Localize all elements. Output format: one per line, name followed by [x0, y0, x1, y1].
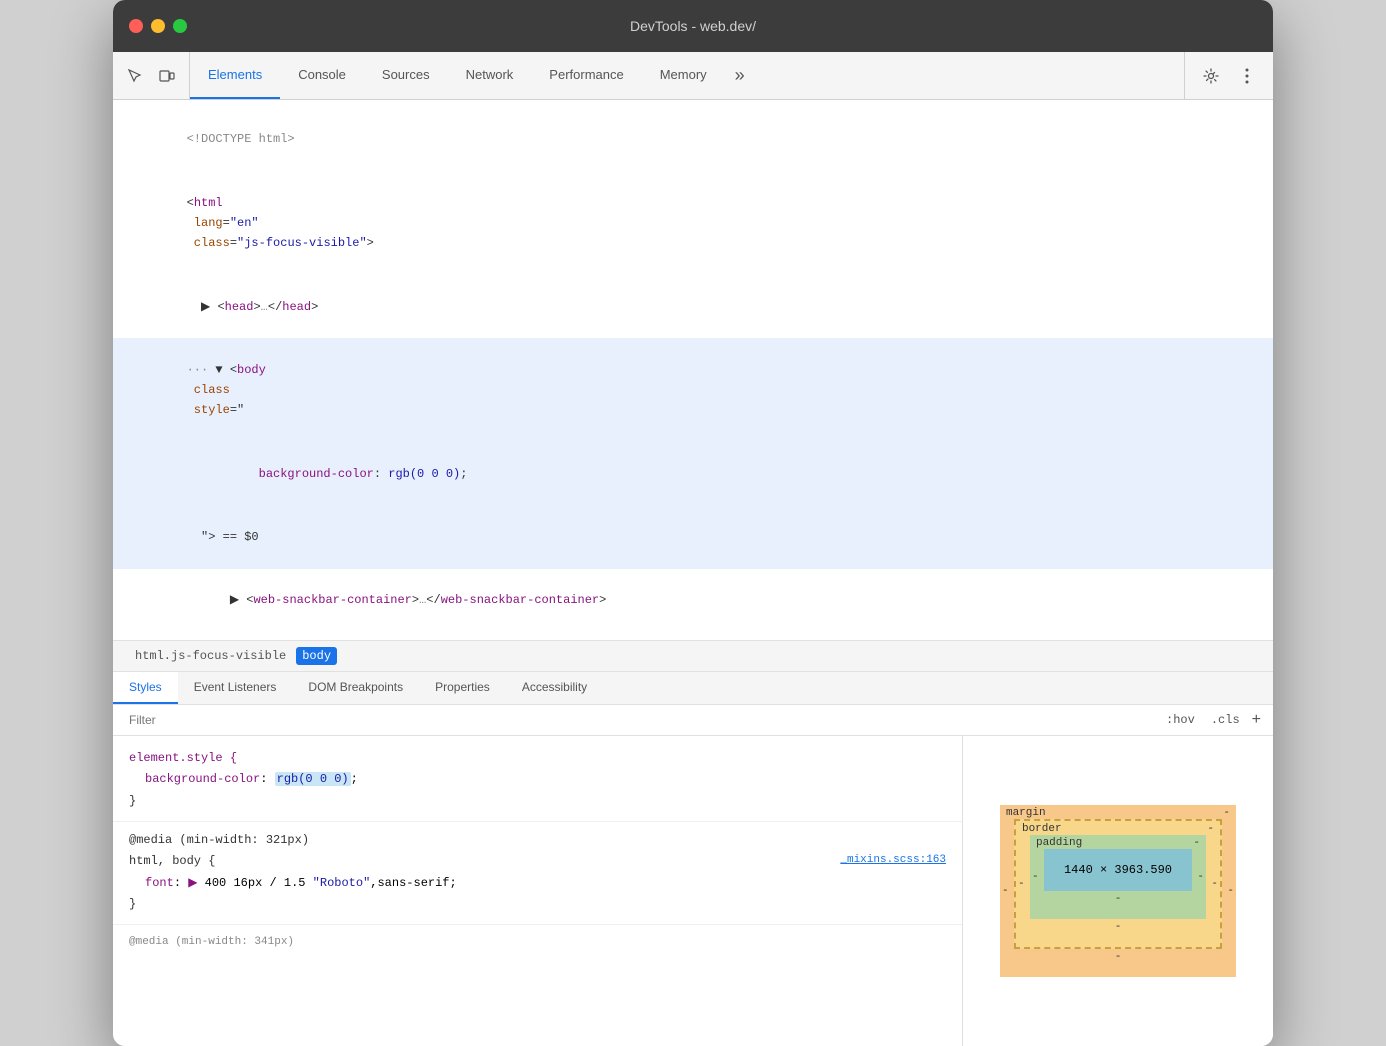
content-size: 1440 × 3963.590 [1064, 863, 1172, 877]
css-rule-media: @media (min-width: 321px) html, body { _… [113, 821, 962, 920]
breadcrumb: html.js-focus-visible body [113, 641, 1273, 672]
main-tabs: Elements Console Sources Network Perform… [190, 52, 1184, 99]
main-content: <!DOCTYPE html> <html lang="en" class="j… [113, 100, 1273, 1046]
styles-content-area: element.style { background-color: rgb(0 … [113, 736, 1273, 1046]
tab-performance[interactable]: Performance [531, 52, 641, 99]
title-bar: DevTools - web.dev/ [113, 0, 1273, 52]
box-content: 1440 × 3963.590 [1044, 849, 1192, 891]
tab-elements[interactable]: Elements [190, 52, 280, 99]
border-label: border [1022, 823, 1062, 835]
margin-top-value[interactable]: - [1223, 807, 1230, 819]
css-rules-panel[interactable]: element.style { background-color: rgb(0 … [113, 736, 963, 1046]
filter-input[interactable] [113, 705, 1150, 735]
box-model: margin - - - border - - - padding [1000, 805, 1236, 977]
panel-tab-properties[interactable]: Properties [419, 672, 506, 704]
html-tree[interactable]: <!DOCTYPE html> <html lang="en" class="j… [113, 100, 1273, 641]
box-margin: margin - - - border - - - padding [1000, 805, 1236, 977]
padding-right-value[interactable]: - [1197, 871, 1204, 883]
tree-line-doctype: <!DOCTYPE html> [113, 108, 1273, 171]
filter-bar: :hov .cls + [113, 705, 1273, 736]
tree-line-body-close-attr: "> == $0 [113, 505, 1273, 568]
toolbar-icon-group [113, 52, 190, 99]
border-left-value[interactable]: - [1018, 878, 1025, 890]
add-style-button[interactable]: + [1252, 711, 1261, 729]
css-rule-element-style: element.style { background-color: rgb(0 … [113, 744, 962, 817]
close-button[interactable] [129, 19, 143, 33]
tree-line-body-open[interactable]: ··· ▼ <body class style=" [113, 338, 1273, 442]
breadcrumb-item-html[interactable]: html.js-focus-visible [129, 647, 292, 665]
device-toolbar-icon[interactable] [153, 62, 181, 90]
tree-line-html[interactable]: <html lang="en" class="js-focus-visible"… [113, 171, 1273, 275]
traffic-lights [129, 19, 187, 33]
tree-line-snackbar[interactable]: ▶ <web-snackbar-container>…</web-snackba… [113, 569, 1273, 632]
tab-sources[interactable]: Sources [364, 52, 448, 99]
more-tabs-button[interactable]: » [725, 52, 755, 99]
maximize-button[interactable] [173, 19, 187, 33]
toolbar-right-actions [1184, 52, 1273, 99]
window-title: DevTools - web.dev/ [630, 18, 756, 34]
padding-top-value[interactable]: - [1193, 837, 1200, 849]
tree-line-head[interactable]: ▶ <head>…</head> [113, 275, 1273, 338]
settings-icon[interactable] [1197, 62, 1225, 90]
more-options-icon[interactable] [1233, 62, 1261, 90]
tab-memory[interactable]: Memory [642, 52, 725, 99]
tab-console[interactable]: Console [280, 52, 364, 99]
devtools-window: DevTools - web.dev/ Elements Console [113, 0, 1273, 1046]
breadcrumb-item-body[interactable]: body [296, 647, 337, 665]
margin-left-value[interactable]: - [1002, 885, 1009, 897]
filter-actions: :hov .cls + [1150, 711, 1273, 729]
box-model-panel: margin - - - border - - - padding [963, 736, 1273, 1046]
margin-right-value[interactable]: - [1227, 885, 1234, 897]
css-value-rgb[interactable]: rgb(0 0 0) [275, 772, 351, 786]
padding-left-value[interactable]: - [1032, 871, 1039, 883]
css-rule-partial: @media (min-width: 341px) [113, 924, 962, 957]
panel-tab-accessibility[interactable]: Accessibility [506, 672, 603, 704]
tree-line-body-style: background-color: rgb(0 0 0); [113, 442, 1273, 505]
panel-tabs: Styles Event Listeners DOM Breakpoints P… [113, 672, 1273, 705]
inspect-icon[interactable] [121, 62, 149, 90]
minimize-button[interactable] [151, 19, 165, 33]
margin-label: margin [1006, 807, 1046, 819]
box-border: border - - - padding - - - [1014, 819, 1222, 949]
panel-tab-event-listeners[interactable]: Event Listeners [178, 672, 293, 704]
padding-label: padding [1036, 837, 1082, 849]
panel-tab-styles[interactable]: Styles [113, 672, 178, 704]
cls-button[interactable]: .cls [1207, 711, 1244, 729]
css-source-link[interactable]: _mixins.scss:163 [840, 851, 946, 871]
hov-button[interactable]: :hov [1162, 711, 1199, 729]
border-right-value[interactable]: - [1211, 878, 1218, 890]
panel-tab-dom-breakpoints[interactable]: DOM Breakpoints [292, 672, 419, 704]
tab-network[interactable]: Network [448, 52, 532, 99]
border-top-value[interactable]: - [1207, 823, 1214, 835]
box-padding: padding - - - 1440 × 3963.590 - [1030, 835, 1206, 919]
devtools-toolbar: Elements Console Sources Network Perform… [113, 52, 1273, 100]
